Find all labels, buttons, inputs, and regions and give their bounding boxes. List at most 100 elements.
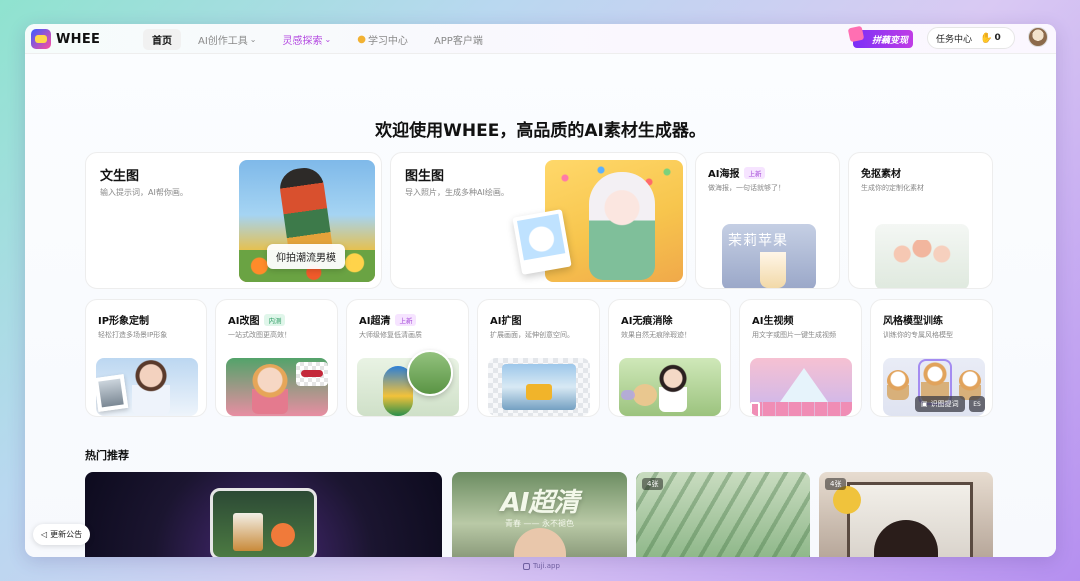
anime-girl <box>589 172 655 280</box>
phone-mockup <box>210 488 317 557</box>
tulips <box>889 240 955 280</box>
promo-banner[interactable]: 拼藕变现 <box>847 25 913 48</box>
sunglasses-cutout <box>296 362 328 386</box>
card-title: AI无痕消除 <box>621 316 673 327</box>
card-desc: 用文字或图片一键生成视频 <box>752 331 836 339</box>
card-desc: 效果自然无痕除瑕迹！ <box>621 331 691 339</box>
card-title-label: AI超清 <box>359 316 391 327</box>
promo-label: 拼藕变现 <box>871 35 908 46</box>
card-ip-custom[interactable]: IP形象定制 轻松打造多场景IP形象 <box>85 299 207 417</box>
brand-name: WHEE <box>56 31 101 47</box>
poster-text: 茉莉苹果 <box>728 233 788 249</box>
poster-preview: 茉莉苹果 <box>722 224 816 288</box>
ip-preview <box>96 358 198 416</box>
card-title: AI扩图 <box>490 316 522 327</box>
main-nav: 首页 AI创作工具 ⌄ 灵感探索 ⌄ ● 学习中心 APP客户端 <box>143 29 500 50</box>
user-avatar[interactable] <box>1028 27 1048 47</box>
gift-icon <box>847 25 865 43</box>
card-cutout-assets[interactable]: 免抠素材 生成你的定制化素材 <box>848 152 993 289</box>
sun <box>833 486 861 514</box>
recommend-item[interactable]: 4张 <box>819 472 993 557</box>
coin-count: 0 <box>994 33 1001 43</box>
ai-badge-icon[interactable]: ES <box>969 396 985 412</box>
text-to-image-preview: 仰拍潮流男模 <box>239 160 375 282</box>
nav-app-client[interactable]: APP客户端 <box>425 29 492 50</box>
card-desc: 训练你的专属风格模型 <box>883 331 953 339</box>
edit-preview <box>226 358 328 416</box>
nav-ai-tools[interactable]: AI创作工具 ⌄ <box>189 29 266 50</box>
chevron-down-icon: ⌄ <box>324 35 332 44</box>
card-title-label: AI海报 <box>708 169 740 180</box>
cutout-preview <box>875 224 969 288</box>
girl <box>659 364 687 412</box>
update-notice-button[interactable]: ◁ 更新公告 <box>33 524 91 545</box>
card-title: 风格模型训练 <box>883 316 943 327</box>
card-title: 图生图 <box>405 169 445 184</box>
prompt-chip[interactable]: 仰拍潮流男模 <box>267 244 345 269</box>
card-title: AI改图 内测 <box>228 312 286 327</box>
card-desc: 大师级修复低清画质 <box>359 331 422 339</box>
portrait <box>514 528 566 557</box>
card-desc: 扩展画面，延伸创意空间。 <box>490 331 574 339</box>
welcome-heading: 欢迎使用WHEE，高品质的AI素材生成器。 <box>375 121 706 141</box>
nav-learning-label: 学习中心 <box>367 36 408 47</box>
card-title: 文生图 <box>100 169 140 184</box>
section-title-recommend: 热门推荐 <box>85 449 129 462</box>
recognize-prompt-button[interactable]: ▣ 识图提词 <box>915 396 965 412</box>
recommend-headline: AI超清 <box>500 488 580 518</box>
video-timeline <box>750 402 852 416</box>
card-title: AI超清 上新 <box>359 312 417 327</box>
card-ai-upscale[interactable]: AI超清 上新 大师级修复低清画质 <box>346 299 469 417</box>
upscale-preview <box>357 350 459 416</box>
card-title: 免抠素材 <box>861 169 901 180</box>
recognize-label: 识图提词 <box>930 400 959 408</box>
card-desc: 导入照片，生成多种AI绘画。 <box>405 188 509 197</box>
top-navigation-bar: WHEE 首页 AI创作工具 ⌄ 灵感探索 ⌄ ● 学习中心 APP客户端 拼藕… <box>25 24 1056 54</box>
card-ai-edit[interactable]: AI改图 内测 一站式改图更高效！ <box>215 299 338 417</box>
watermark-icon <box>523 562 530 570</box>
task-center-button[interactable]: 任务中心 ✋ 0 <box>927 27 1015 49</box>
watermark-text: Tuji.app <box>533 562 560 570</box>
erase-preview <box>619 358 721 416</box>
nav-ai-tools-label: AI创作工具 <box>198 36 248 47</box>
recommend-item[interactable] <box>85 472 442 557</box>
card-title-label: AI改图 <box>228 316 260 327</box>
card-desc: 输入提示词，AI帮你画。 <box>100 188 188 197</box>
card-ai-poster[interactable]: AI海报 上新 做海报，一句话就够了！ 茉莉苹果 <box>695 152 840 289</box>
drink-cup <box>760 252 786 288</box>
card-ai-video[interactable]: AI生视频 用文字或图片一键生成视频 <box>739 299 862 417</box>
card-ai-expand[interactable]: AI扩图 扩展画面，延伸创意空间。 <box>477 299 600 417</box>
notice-label: 更新公告 <box>50 530 83 539</box>
card-style-training[interactable]: 风格模型训练 训练你的专属风格模型 ▣ 识图提词 ES <box>870 299 993 417</box>
chevron-down-icon: ⌄ <box>249 35 257 44</box>
card-text-to-image[interactable]: 文生图 输入提示词，AI帮你画。 仰拍潮流男模 <box>85 152 382 289</box>
beta-badge: 内测 <box>264 313 286 326</box>
nav-learning[interactable]: ● 学习中心 <box>348 29 417 50</box>
task-center-label: 任务中心 <box>936 34 973 45</box>
bear-figure <box>887 370 909 400</box>
dog <box>621 384 657 406</box>
lightbulb-icon: ● <box>357 34 366 45</box>
main-content: 欢迎使用WHEE，高品质的AI素材生成器。 文生图 输入提示词，AI帮你画。 仰… <box>25 54 1056 557</box>
video-preview <box>750 358 852 416</box>
brand-logo[interactable]: WHEE <box>31 27 100 51</box>
nav-home[interactable]: 首页 <box>143 29 181 50</box>
nav-inspiration[interactable]: 灵感探索 ⌄ <box>274 29 341 50</box>
nav-inspiration-label: 灵感探索 <box>282 36 323 47</box>
card-desc: 做海报，一句话就够了！ <box>708 184 785 192</box>
iceberg <box>780 368 828 402</box>
card-ai-erase[interactable]: AI无痕消除 效果自然无痕除瑕迹！ <box>608 299 731 417</box>
recommend-item[interactable]: 4张 <box>636 472 810 557</box>
image-count-badge: 4张 <box>642 478 664 490</box>
card-image-to-image[interactable]: 图生图 导入照片，生成多种AI绘画。 <box>390 152 687 289</box>
card-title: AI生视频 <box>752 316 794 327</box>
watermark: Tuji.app <box>523 562 560 570</box>
card-desc: 生成你的定制化素材 <box>861 184 924 192</box>
source-photo <box>512 209 572 275</box>
original-image <box>502 364 576 410</box>
ip-figure <box>132 360 170 416</box>
source-photo <box>96 374 129 412</box>
portrait <box>252 364 288 414</box>
image-count-badge: 4张 <box>825 478 847 490</box>
recommend-item[interactable]: AI超清 青春 —— 永不褪色 <box>452 472 627 557</box>
